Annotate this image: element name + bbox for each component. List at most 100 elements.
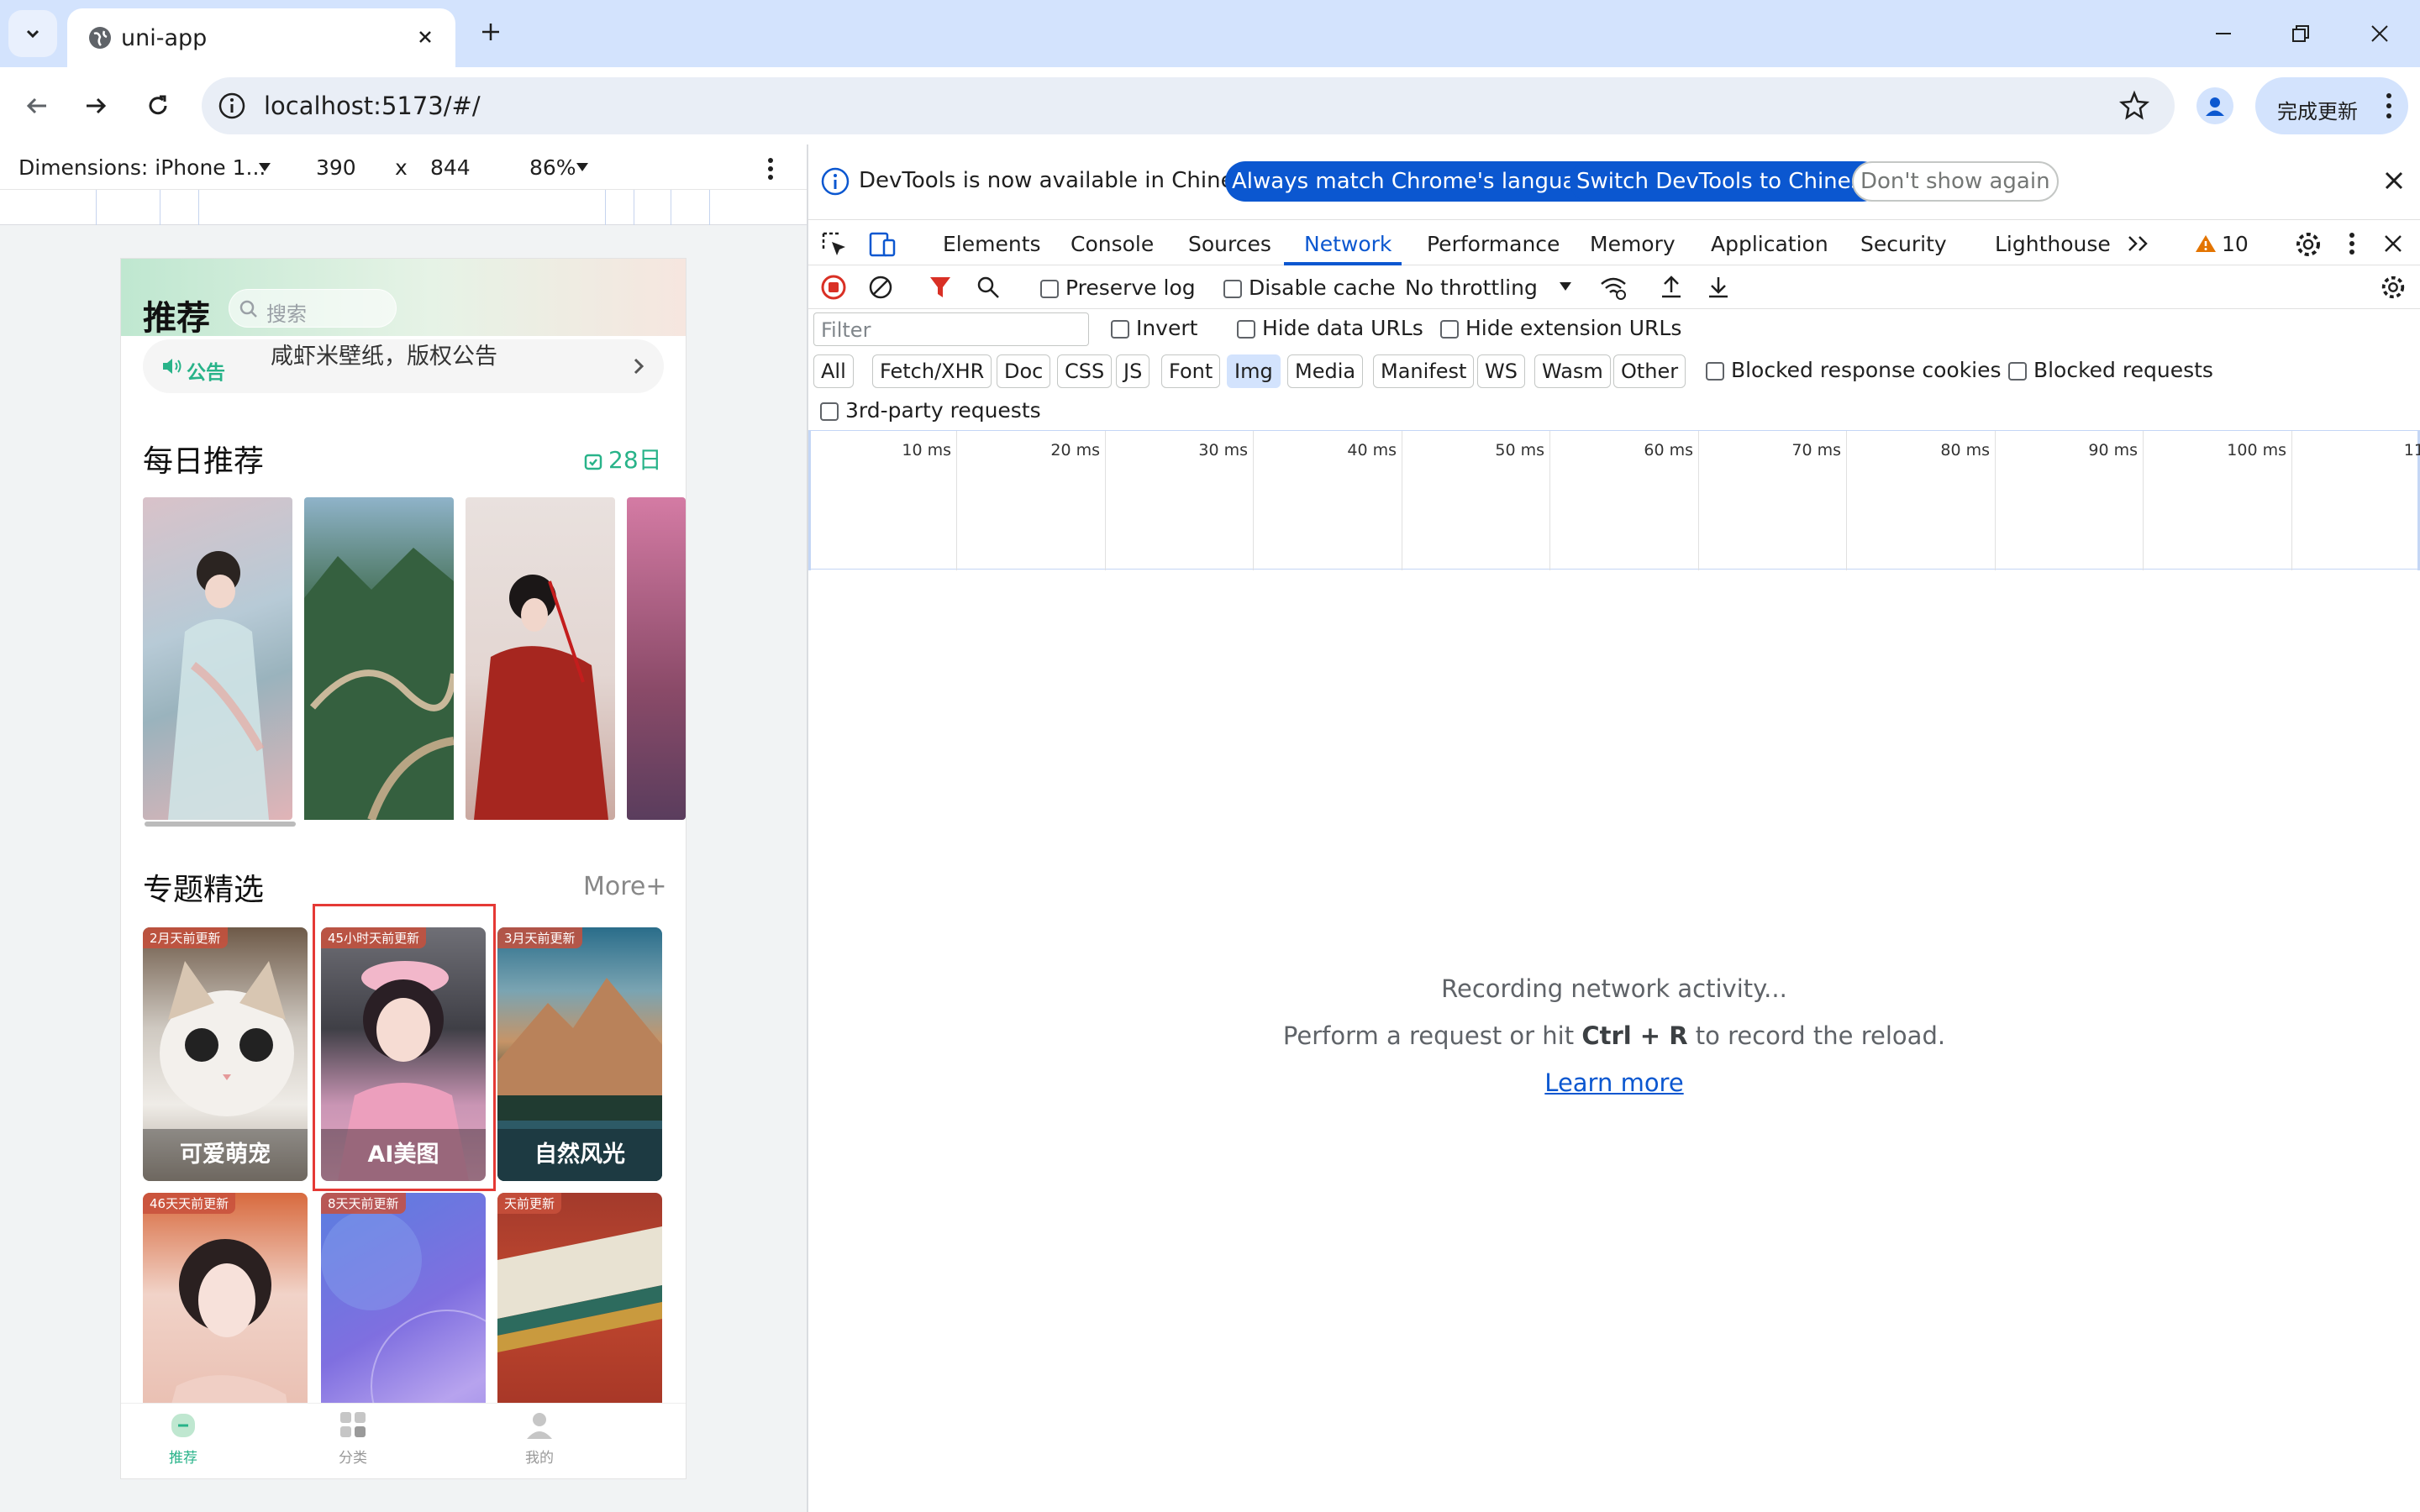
more-link[interactable]: More+ [583, 872, 667, 901]
tab-search-button[interactable] [8, 10, 57, 57]
type-filter-ws[interactable]: WS [1477, 354, 1525, 388]
tab-application[interactable]: Application [1711, 232, 1828, 256]
disable-cache-checkbox[interactable]: Disable cache [1223, 276, 1396, 300]
preserve-log-checkbox[interactable]: Preserve log [1040, 276, 1196, 300]
checkbox[interactable] [1237, 320, 1255, 339]
record-stop-icon[interactable] [820, 274, 847, 301]
daily-wallpaper[interactable] [627, 497, 686, 820]
daily-wallpaper[interactable] [466, 497, 615, 820]
tab-elements[interactable]: Elements [943, 232, 1041, 256]
search-input[interactable]: 搜索 [229, 289, 397, 328]
height-input[interactable]: 844 [430, 155, 471, 180]
warning-icon[interactable] [2195, 234, 2217, 254]
checkbox[interactable] [2008, 362, 2027, 381]
type-filter-img[interactable]: Img [1227, 354, 1281, 388]
settings-gear-icon[interactable] [2294, 230, 2323, 259]
clear-icon[interactable] [867, 274, 894, 301]
bookmark-star-icon[interactable] [2118, 89, 2151, 123]
invert-checkbox[interactable]: Invert [1111, 316, 1197, 340]
device-select[interactable]: Dimensions: iPhone 1... [18, 155, 266, 180]
minimize-button[interactable] [2196, 12, 2250, 55]
dropdown-arrow-icon[interactable] [575, 161, 590, 173]
close-icon[interactable] [2381, 232, 2405, 255]
filter-input[interactable]: Filter [813, 312, 1089, 346]
topic-tile[interactable]: 3月天前更新 自然风光 [497, 927, 662, 1181]
type-filter-media[interactable]: Media [1287, 354, 1364, 388]
tab-memory[interactable]: Memory [1590, 232, 1676, 256]
timeline-gridline [1105, 431, 1106, 570]
hide-extension-urls-checkbox[interactable]: Hide extension URLs [1440, 316, 1681, 340]
url-text[interactable]: localhost:5173/#/ [264, 92, 481, 120]
network-timeline-overview[interactable]: 10 ms 20 ms 30 ms 40 ms 50 ms 60 ms 70 ms 80 ms… [808, 430, 2420, 570]
more-vert-icon[interactable] [2348, 230, 2356, 257]
daily-wallpaper[interactable] [304, 497, 457, 822]
third-party-checkbox[interactable]: 3rd-party requests [820, 398, 1041, 423]
daily-wallpaper[interactable] [143, 497, 292, 820]
dont-show-again-button[interactable]: Don't show again [1852, 161, 2059, 202]
tab-category[interactable]: 分类 [302, 1410, 403, 1467]
search-icon[interactable] [975, 274, 1002, 301]
reload-button[interactable] [138, 86, 178, 126]
checkbox[interactable] [820, 402, 839, 421]
tab-recommend[interactable]: 推荐 [133, 1410, 234, 1467]
warning-count[interactable]: 10 [2222, 232, 2249, 256]
hide-data-urls-checkbox[interactable]: Hide data URLs [1237, 316, 1423, 340]
network-conditions-icon[interactable] [1598, 274, 1628, 301]
timeline-left-handle[interactable] [808, 431, 811, 570]
switch-language-button[interactable]: Switch DevTools to Chinese [1570, 161, 1883, 202]
tab-network[interactable]: Network [1304, 232, 1392, 256]
zoom-select[interactable]: 86% [529, 155, 576, 180]
restore-button[interactable] [2274, 12, 2328, 55]
type-filter-js[interactable]: JS [1116, 354, 1150, 388]
topic-tile[interactable]: 2月天前更新 可爱萌宠 [143, 927, 308, 1181]
tab-console[interactable]: Console [1071, 232, 1154, 256]
dropdown-arrow-icon[interactable] [1558, 281, 1573, 292]
type-filter-doc[interactable]: Doc [997, 354, 1051, 388]
tab-close-button[interactable] [410, 22, 440, 52]
update-button[interactable]: 完成更新 [2255, 77, 2408, 134]
notice-bar[interactable]: 公告 咸虾米壁纸，版权公告 [143, 339, 664, 393]
match-language-button[interactable]: Always match Chrome's language [1225, 161, 1610, 202]
window-close-button[interactable] [2353, 12, 2407, 55]
close-icon[interactable] [2380, 166, 2408, 195]
settings-gear-icon[interactable] [2380, 274, 2407, 301]
dropdown-arrow-icon[interactable] [257, 161, 272, 173]
learn-more-link[interactable]: Learn more [808, 1068, 2420, 1097]
checkbox[interactable] [1440, 320, 1459, 339]
tab-profile[interactable]: 我的 [489, 1410, 590, 1467]
upload-icon[interactable] [1659, 274, 1684, 301]
filter-funnel-icon[interactable] [928, 274, 953, 301]
download-icon[interactable] [1706, 274, 1731, 301]
tab-security[interactable]: Security [1860, 232, 1947, 256]
tab-performance[interactable]: Performance [1427, 232, 1560, 256]
type-filter-font[interactable]: Font [1161, 354, 1221, 388]
browser-tab[interactable]: uni-app [67, 8, 455, 67]
more-vert-icon[interactable] [766, 156, 775, 181]
device-toggle-icon[interactable] [867, 230, 897, 259]
address-bar[interactable]: localhost:5173/#/ [202, 77, 2175, 134]
more-tabs-icon[interactable] [2126, 234, 2151, 254]
site-info-icon[interactable] [217, 91, 247, 121]
checkbox[interactable] [1111, 320, 1129, 339]
type-filter-all[interactable]: All [813, 354, 854, 388]
horizontal-scrollbar[interactable] [145, 822, 296, 827]
checkbox[interactable] [1040, 280, 1059, 298]
new-tab-button[interactable] [472, 13, 509, 50]
blocked-requests-checkbox[interactable]: Blocked requests [2008, 358, 2213, 382]
type-filter-other[interactable]: Other [1613, 354, 1686, 388]
type-filter-fetch[interactable]: Fetch/XHR [872, 354, 992, 388]
tab-lighthouse[interactable]: Lighthouse [1995, 232, 2111, 256]
blocked-cookies-checkbox[interactable]: Blocked response cookies [1706, 358, 2002, 382]
tab-sources[interactable]: Sources [1188, 232, 1271, 256]
type-filter-manifest[interactable]: Manifest [1373, 354, 1475, 388]
checkbox[interactable] [1223, 280, 1242, 298]
throttling-select[interactable]: No throttling [1405, 276, 1538, 300]
profile-button[interactable] [2196, 87, 2233, 124]
type-filter-wasm[interactable]: Wasm [1534, 354, 1611, 388]
width-input[interactable]: 390 [316, 155, 356, 180]
forward-button[interactable] [76, 86, 116, 126]
type-filter-css[interactable]: CSS [1057, 354, 1113, 388]
back-button[interactable] [17, 86, 57, 126]
inspect-element-icon[interactable] [820, 230, 849, 259]
checkbox[interactable] [1706, 362, 1724, 381]
